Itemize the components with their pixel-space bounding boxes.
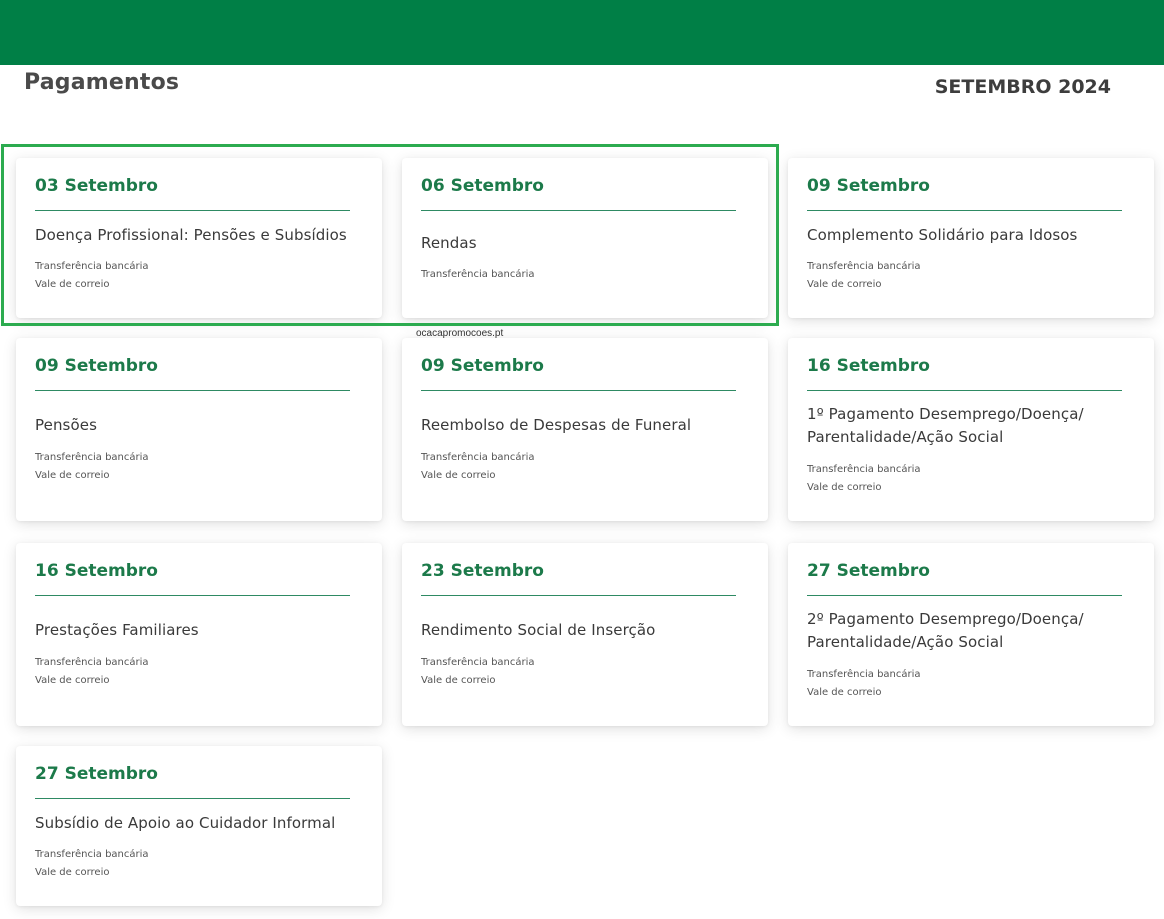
payment-card[interactable]: 09 Setembro Complemento Solidário para I…: [788, 158, 1154, 318]
payment-name: Rendas: [421, 234, 477, 252]
payment-name: Prestações Familiares: [35, 621, 199, 639]
payment-methods: Transferência bancária Vale de correio: [807, 666, 921, 702]
payment-method: Vale de correio: [35, 470, 110, 481]
payment-card[interactable]: 27 Setembro Subsídio de Apoio ao Cuidado…: [16, 746, 382, 906]
payment-method: Transferência bancária: [807, 261, 921, 272]
payment-card[interactable]: 03 Setembro Doença Profissional: Pensões…: [16, 158, 382, 318]
top-banner: [0, 0, 1164, 65]
payment-method: Transferência bancária: [421, 452, 535, 463]
divider: [807, 390, 1122, 391]
payment-card[interactable]: 06 Setembro Rendas Transferência bancári…: [402, 158, 768, 318]
payment-method: Vale de correio: [35, 867, 110, 878]
payment-methods: Transferência bancária Vale de correio: [35, 654, 149, 690]
payment-name: Rendimento Social de Inserção: [421, 621, 656, 639]
payment-method: Transferência bancária: [35, 452, 149, 463]
payment-method: Vale de correio: [807, 687, 882, 698]
payment-date: 23 Setembro: [421, 561, 544, 581]
payment-name: Pensões: [35, 416, 97, 434]
payment-date: 16 Setembro: [807, 356, 930, 376]
divider: [807, 210, 1122, 211]
payment-method: Transferência bancária: [421, 269, 535, 280]
payment-methods: Transferência bancária Vale de correio: [421, 654, 535, 690]
payment-methods: Transferência bancária Vale de correio: [807, 461, 921, 497]
payment-name: 1º Pagamento Desemprego/Doença/ Parental…: [807, 405, 1084, 446]
payment-methods: Transferência bancária Vale de correio: [35, 449, 149, 485]
payment-date: 09 Setembro: [421, 356, 544, 376]
payment-methods: Transferência bancária Vale de correio: [35, 846, 149, 882]
divider: [807, 595, 1122, 596]
payment-method: Transferência bancária: [807, 669, 921, 680]
payment-method: Vale de correio: [421, 470, 496, 481]
divider: [35, 595, 350, 596]
payment-date: 27 Setembro: [35, 764, 158, 784]
payment-date: 16 Setembro: [35, 561, 158, 581]
payment-date: 27 Setembro: [807, 561, 930, 581]
divider: [35, 390, 350, 391]
payment-method: Vale de correio: [35, 279, 110, 290]
payment-name: Complemento Solidário para Idosos: [807, 226, 1078, 244]
payment-method: Transferência bancária: [35, 657, 149, 668]
payment-method: Vale de correio: [807, 279, 882, 290]
payment-name: Reembolso de Despesas de Funeral: [421, 416, 692, 434]
payment-method: Vale de correio: [35, 675, 110, 686]
payment-card[interactable]: 09 Setembro Pensões Transferência bancár…: [16, 338, 382, 521]
payment-method: Transferência bancária: [807, 464, 921, 475]
divider: [35, 210, 350, 211]
payment-card[interactable]: 23 Setembro Rendimento Social de Inserçã…: [402, 543, 768, 726]
payment-methods: Transferência bancária Vale de correio: [421, 449, 535, 485]
payment-name: Doença Profissional: Pensões e Subsídios: [35, 226, 347, 244]
divider: [421, 595, 736, 596]
payment-method: Transferência bancária: [421, 657, 535, 668]
payment-methods: Transferência bancária Vale de correio: [807, 258, 921, 294]
payment-date: 09 Setembro: [807, 176, 930, 196]
payment-date: 09 Setembro: [35, 356, 158, 376]
payment-card[interactable]: 09 Setembro Reembolso de Despesas de Fun…: [402, 338, 768, 521]
payment-method: Transferência bancária: [35, 849, 149, 860]
divider: [421, 390, 736, 391]
divider: [421, 210, 736, 211]
payment-date: 06 Setembro: [421, 176, 544, 196]
payment-name: 2º Pagamento Desemprego/Doença/ Parental…: [807, 610, 1084, 651]
payment-card[interactable]: 16 Setembro 1º Pagamento Desemprego/Doen…: [788, 338, 1154, 521]
payment-card[interactable]: 16 Setembro Prestações Familiares Transf…: [16, 543, 382, 726]
payment-card[interactable]: 27 Setembro 2º Pagamento Desemprego/Doen…: [788, 543, 1154, 726]
payment-method: Vale de correio: [421, 675, 496, 686]
payment-methods: Transferência bancária: [421, 266, 535, 284]
month-label: SETEMBRO 2024: [934, 76, 1111, 98]
divider: [35, 798, 350, 799]
watermark-text: ocacapromocoes.pt: [416, 328, 504, 339]
payment-method: Transferência bancária: [35, 261, 149, 272]
page-title: Pagamentos: [24, 70, 180, 95]
payment-method: Vale de correio: [807, 482, 882, 493]
payment-date: 03 Setembro: [35, 176, 158, 196]
payment-name: Subsídio de Apoio ao Cuidador Informal: [35, 814, 336, 832]
payment-methods: Transferência bancária Vale de correio: [35, 258, 149, 294]
